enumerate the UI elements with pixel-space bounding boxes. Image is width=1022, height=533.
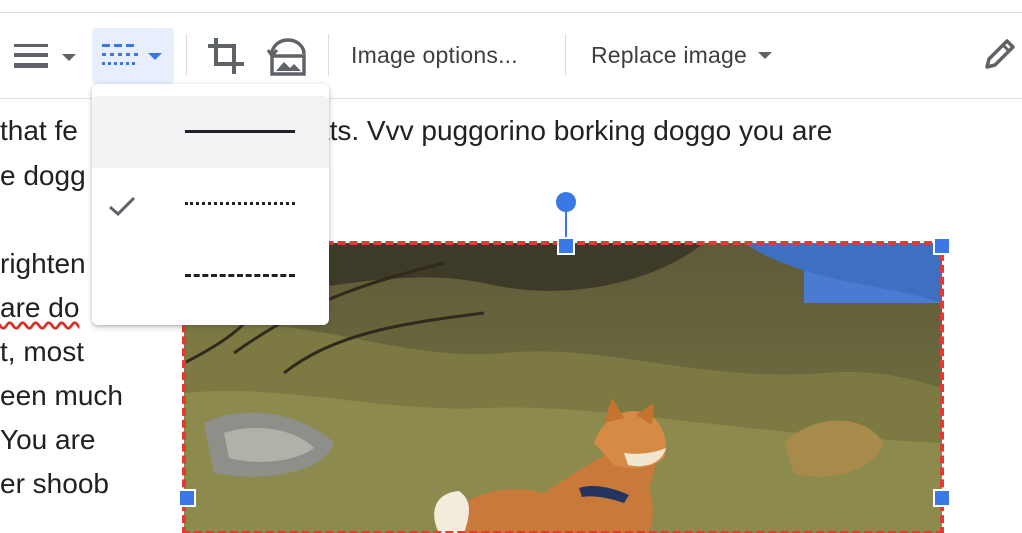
resize-handle-top-center[interactable] (557, 237, 575, 255)
image-options-button[interactable]: Image options... (351, 39, 518, 71)
line-weight-icon (14, 44, 48, 68)
chevron-down-icon (757, 52, 772, 59)
line-dash-menu (92, 84, 329, 325)
text-line: t, most (0, 336, 85, 367)
text-line: You are (0, 424, 96, 455)
chevron-down-icon (62, 54, 76, 61)
solid-line-sample (185, 130, 295, 133)
resize-handle-middle-left[interactable] (178, 489, 196, 507)
reset-image-icon (266, 38, 306, 76)
edit-pencil-button[interactable] (980, 34, 1022, 78)
dashed-line-sample (185, 274, 295, 277)
text-line-misspelled: are do (0, 292, 80, 323)
text-line: that fe (0, 115, 78, 146)
text-line: e dogg (0, 160, 86, 191)
rotate-handle[interactable] (556, 192, 576, 212)
chevron-down-icon (148, 53, 162, 60)
toolbar-separator (565, 34, 566, 76)
replace-image-label: Replace image (591, 42, 748, 68)
line-dash-button[interactable] (92, 28, 174, 84)
resize-handle-middle-right[interactable] (933, 489, 951, 507)
dash-option-dashed[interactable] (92, 240, 329, 312)
toolbar-separator (186, 34, 187, 76)
dash-option-solid[interactable] (92, 96, 329, 168)
resize-handle-top-right[interactable] (933, 237, 951, 255)
image-options-label: Image options... (351, 42, 518, 68)
dash-option-dotted[interactable] (92, 168, 329, 240)
text-line: er shoob (0, 468, 109, 499)
check-icon (109, 196, 136, 216)
crop-button[interactable] (204, 34, 248, 78)
toolbar-separator (328, 34, 329, 76)
line-dash-icon (102, 44, 138, 65)
text-line: ats. Vvv puggorino borking doggo you are (314, 115, 833, 146)
crop-icon (208, 38, 244, 74)
replace-image-button[interactable]: Replace image (591, 39, 772, 71)
reset-image-button[interactable] (266, 34, 310, 78)
line-weight-button[interactable] (10, 30, 80, 82)
dotted-line-sample (185, 202, 295, 205)
pencil-icon (985, 39, 1015, 69)
text-line: een much (0, 380, 123, 411)
text-line: righten (0, 248, 86, 279)
